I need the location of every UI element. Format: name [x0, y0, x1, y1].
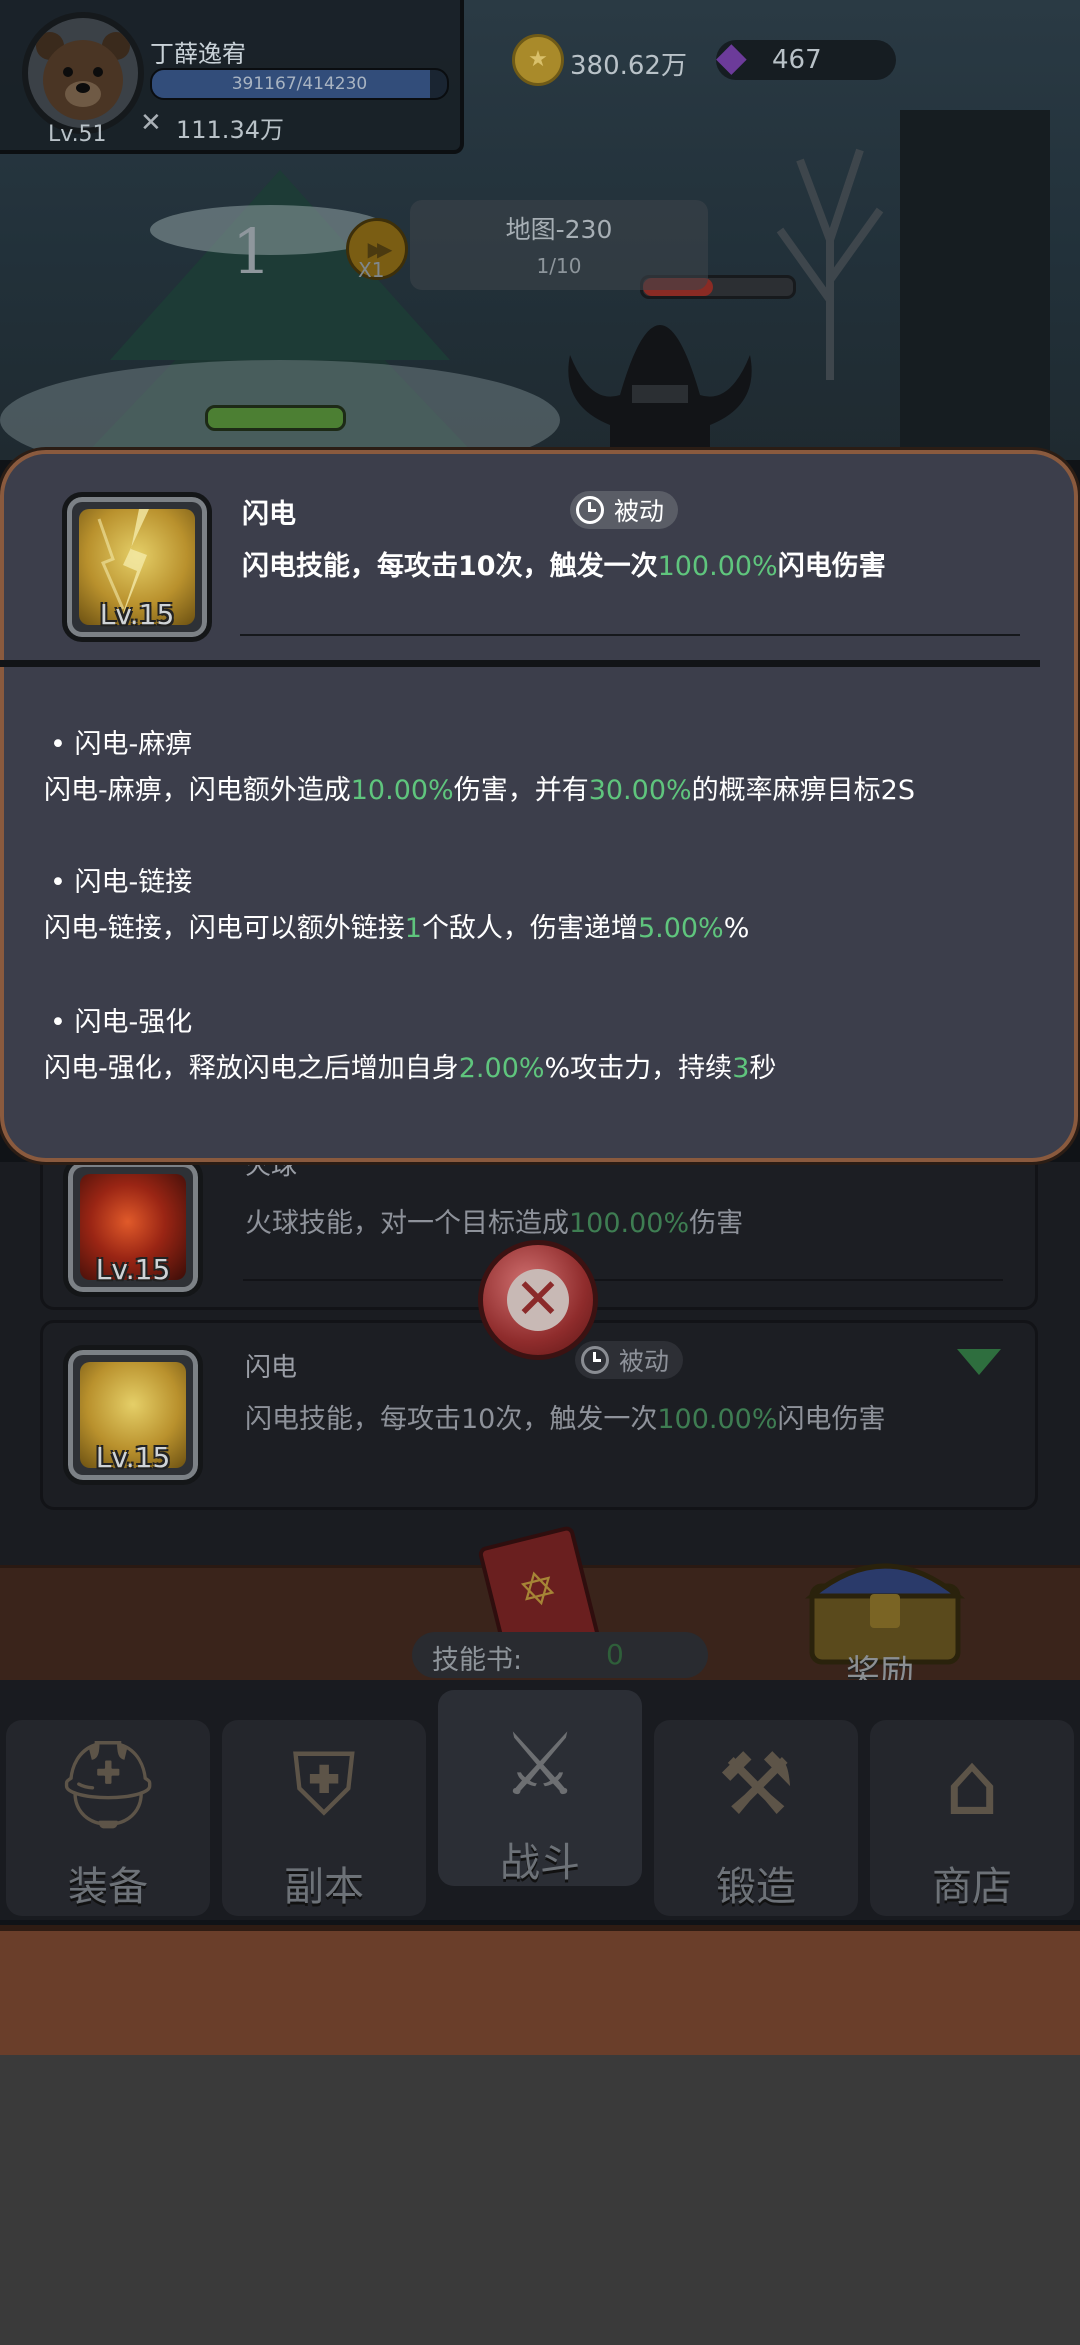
divider [243, 1279, 1003, 1281]
effect-desc-paralysis: 闪电-麻痹，闪电额外造成10.00%伤害，并有30.00%的概率麻痹目标2S [44, 775, 915, 806]
effect-title-paralysis: • 闪电-麻痹 [50, 729, 193, 760]
skill-name: 闪电 [242, 499, 296, 530]
effect-title-chain: • 闪电-链接 [50, 867, 193, 898]
popup-skill-icon-frame: Lv.15 [62, 492, 212, 642]
skill-description: 火球技能，对一个目标造成100.00%伤害 [245, 1208, 744, 1239]
effect-desc-enhance: 闪电-强化，释放闪电之后增加自身2.00%%攻击力，持续3秒 [44, 1053, 777, 1084]
nav-tab-equipment[interactable]: ⛑ 装备 [6, 1720, 210, 1916]
nav-tab-shop[interactable]: ⌂ 商店 [870, 1720, 1074, 1916]
crossed-swords-icon: ⚔ [501, 1715, 579, 1815]
shop-icon: ⌂ [944, 1735, 1000, 1835]
wave-progress: 1/10 [536, 254, 582, 278]
nav-tab-battle[interactable]: ⚔ 战斗 [438, 1690, 642, 1886]
nav-tab-dungeon[interactable]: ⛨ 副本 [222, 1720, 426, 1916]
scroll-hammer-icon: ⚒ [717, 1735, 795, 1835]
skill-level: Lv.15 [99, 598, 175, 631]
tree-trunk [900, 110, 1050, 460]
gem-amount: 467 [772, 45, 822, 75]
bare-branches [776, 148, 884, 380]
bear-avatar-icon [36, 32, 130, 120]
stage-counter: 1 [232, 215, 272, 288]
skill-icon-frame: Lv.15 [63, 1157, 203, 1297]
bottom-band [0, 1925, 1080, 2066]
player-avatar[interactable] [22, 12, 144, 134]
exp-bar: 391167/414230 [150, 68, 449, 100]
gem-icon: ◆ [716, 34, 747, 80]
skillbook-label: 技能书: [432, 1645, 523, 1676]
skill-icon-frame: Lv.15 [63, 1345, 203, 1485]
nav-tab-forge[interactable]: ⚒ 锻造 [654, 1720, 858, 1916]
exp-text: 391167/414230 [231, 74, 368, 94]
crossed-swords-icon: ✕ [140, 108, 162, 138]
divider [240, 634, 1020, 636]
player-name: 丁薛逸宥 [150, 40, 246, 68]
skillbook-count: 0 [606, 1638, 624, 1671]
helmet-icon: ⛑ [53, 1735, 163, 1835]
passive-tag: 被动 [570, 491, 679, 529]
expand-arrow-icon[interactable] [957, 1349, 1001, 1375]
effect-title-enhance: • 闪电-强化 [50, 1007, 193, 1038]
hero-hp-bar [205, 405, 346, 431]
speed-label: X1 [358, 258, 385, 282]
sword-shield-icon: ⛨ [291, 1735, 357, 1835]
viking-enemy [568, 325, 752, 460]
section-divider [0, 660, 1040, 667]
effect-desc-chain: 闪电-链接，闪电可以额外链接1个敌人，伤害递增5.00%% [44, 913, 750, 944]
combat-power: 111.34万 [176, 116, 284, 144]
skill-level: Lv.15 [95, 1253, 171, 1286]
clock-icon [576, 496, 604, 524]
gold-coin-icon [512, 34, 564, 86]
gold-amount: 380.62万 [570, 51, 687, 81]
skill-description: 闪电技能，每攻击10次，触发一次100.00%闪电伤害 [242, 551, 886, 582]
close-icon: ✕ [514, 1267, 562, 1332]
map-name: 地图-230 [505, 215, 613, 244]
skill-level: Lv.15 [95, 1441, 171, 1474]
player-level: Lv.51 [48, 122, 107, 147]
skill-description: 闪电技能，每攻击10次，触发一次100.00%闪电伤害 [245, 1404, 886, 1435]
close-button[interactable]: ✕ [478, 1240, 598, 1360]
skill-name: 闪电 [245, 1353, 298, 1383]
footer-area [0, 2055, 1080, 2345]
